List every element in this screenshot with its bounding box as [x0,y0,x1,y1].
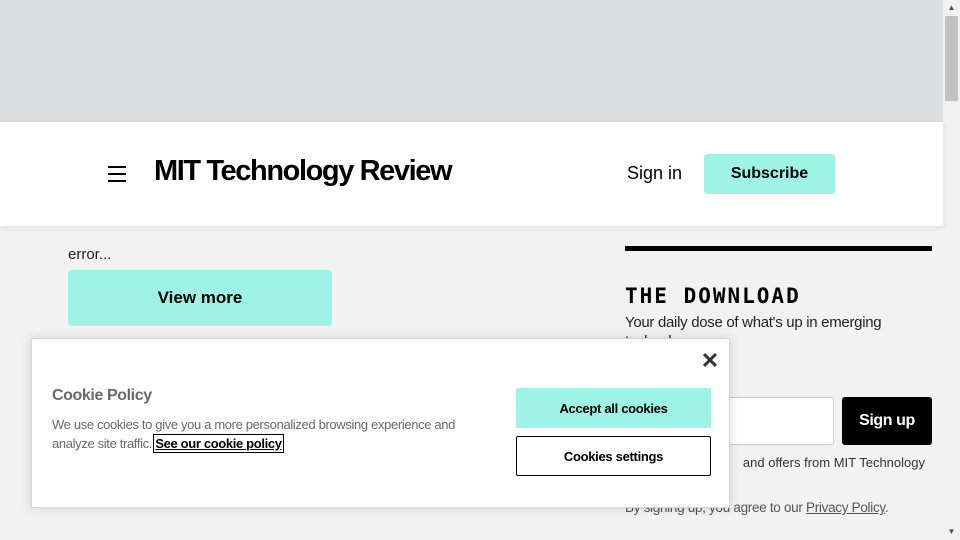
cookie-policy-link[interactable]: See our cookie policy [153,434,284,453]
site-logo[interactable]: MIT Technology Review [154,155,453,188]
newsletter-divider [625,246,932,251]
scroll-up-arrow-icon[interactable]: ▲ [943,2,960,14]
newsletter-title: THE DOWNLOAD [625,284,801,308]
hamburger-line [108,166,126,168]
article-snippet-text: error... [68,246,112,263]
cookie-banner: ✕ Cookie Policy We use cookies to give y… [31,338,730,508]
sign-in-link[interactable]: Sign in [627,163,682,184]
agreement-suffix: . [884,500,889,515]
scroll-down-arrow-icon[interactable]: ▼ [943,526,960,538]
hamburger-line [108,180,126,182]
cookie-banner-title: Cookie Policy [52,387,152,404]
site-header: MIT Technology Review Sign in Subscribe [0,122,943,226]
scrollbar-thumb[interactable] [945,16,958,101]
close-icon[interactable]: ✕ [700,350,720,372]
cookies-settings-button[interactable]: Cookies settings [516,436,711,476]
cookie-banner-text: We use cookies to give you a more person… [52,415,472,453]
accept-all-cookies-button[interactable]: Accept all cookies [516,388,711,428]
privacy-policy-link[interactable]: Privacy Policy [806,500,885,515]
hamburger-menu-icon[interactable] [108,165,126,183]
subscribe-button[interactable]: Subscribe [704,154,835,194]
page-scrollbar[interactable]: ▲ ▼ [943,0,960,540]
newsletter-signup-button[interactable]: Sign up [842,397,932,445]
view-more-button[interactable]: View more [68,270,332,326]
ad-placeholder [0,0,943,122]
hamburger-line [108,173,126,175]
